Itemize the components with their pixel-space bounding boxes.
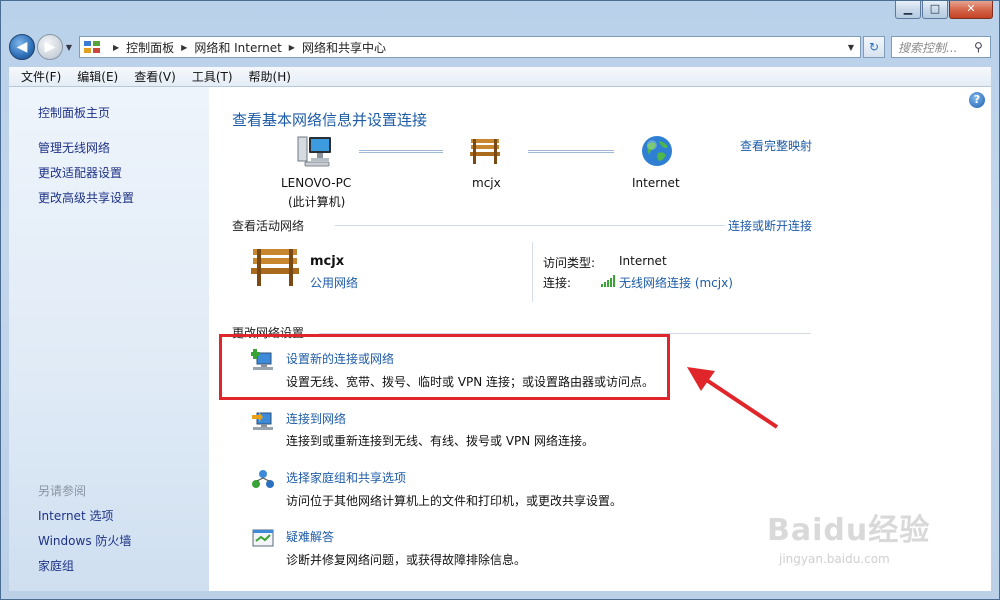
search-box[interactable]: 搜索控制... ⚲ (891, 36, 991, 58)
task-troubleshoot-link[interactable]: 疑难解答 (286, 528, 334, 545)
sidebar-item-internet-options[interactable]: Internet 选项 (38, 507, 113, 524)
sidebar: 控制面板主页 管理无线网络 更改适配器设置 更改高级共享设置 另请参阅 Inte… (9, 87, 209, 591)
task-connect-network-description: 连接到或重新连接到无线、有线、拨号或 VPN 网络连接。 (286, 434, 595, 448)
task-new-connection-description: 设置无线、宽带、拨号、临时或 VPN 连接；或设置路由器或访问点。 (286, 375, 655, 389)
breadcrumb-separator[interactable]: ▶ (289, 43, 295, 52)
breadcrumb-network-sharing-center[interactable]: 网络和共享中心 (302, 39, 386, 56)
sidebar-item-manage-wireless[interactable]: 管理无线网络 (38, 139, 110, 156)
baidu-watermark-url: jingyan.baidu.com (779, 552, 890, 566)
breadcrumb-control-panel[interactable]: 控制面板 (126, 39, 174, 56)
refresh-button[interactable]: ↻ (863, 36, 885, 58)
section-divider (335, 225, 725, 226)
task-homegroup-description: 访问位于其他网络计算机上的文件和打印机，或更改共享设置。 (286, 494, 623, 508)
vertical-divider (532, 242, 533, 302)
breadcrumb-separator[interactable]: ▶ (181, 43, 187, 52)
search-icon[interactable]: ⚲ (974, 40, 990, 54)
homegroup-icon (252, 470, 274, 488)
new-connection-icon (251, 349, 273, 370)
task-homegroup-link[interactable]: 选择家庭组和共享选项 (286, 469, 406, 486)
menu-bar: 文件(F) 编辑(E) 查看(V) 工具(T) 帮助(H) (9, 67, 991, 87)
maximize-button[interactable]: □ (922, 1, 948, 19)
full-map-link[interactable]: 查看完整映射 (740, 137, 812, 154)
back-button[interactable]: ◀ (9, 34, 35, 60)
minimize-button[interactable]: ▁ (895, 1, 921, 19)
connection-line (359, 150, 443, 153)
menu-file[interactable]: 文件(F) (13, 68, 69, 85)
annotation-highlight-box (219, 334, 670, 400)
computer-subtitle: (此计算机) (288, 195, 346, 209)
recent-pages-dropdown[interactable]: ▼ (63, 43, 75, 52)
help-icon[interactable]: ? (969, 92, 985, 108)
troubleshoot-icon (252, 529, 274, 547)
close-button[interactable]: ✕ (949, 1, 993, 19)
navigation-bar: ◀ ▶ ▼ ▶ 控制面板 ▶ 网络和 Internet ▶ 网络和共享中心 ▼ … (9, 31, 991, 63)
connection-line (528, 150, 614, 153)
breadcrumb-separator[interactable]: ▶ (113, 43, 119, 52)
task-troubleshoot-description: 诊断并修复网络问题，或获得故障排除信息。 (286, 553, 527, 567)
menu-help[interactable]: 帮助(H) (241, 68, 299, 85)
task-connect-network-link[interactable]: 连接到网络 (286, 410, 346, 427)
active-network-name: mcjx (310, 254, 345, 269)
address-bar[interactable]: ▶ 控制面板 ▶ 网络和 Internet ▶ 网络和共享中心 ▼ (79, 36, 861, 58)
sidebar-item-homegroup[interactable]: 家庭组 (38, 557, 74, 574)
control-panel-icon (84, 40, 100, 54)
breadcrumb-network-internet[interactable]: 网络和 Internet (194, 39, 281, 56)
content-area: 控制面板主页 管理无线网络 更改适配器设置 更改高级共享设置 另请参阅 Inte… (9, 87, 991, 591)
see-also-heading: 另请参阅 (38, 484, 87, 498)
bench-icon (470, 139, 500, 164)
search-input[interactable]: 搜索控制... (898, 39, 974, 56)
network-type-link[interactable]: 公用网络 (310, 274, 358, 291)
connect-to-network-icon (252, 412, 273, 430)
connect-disconnect-link[interactable]: 连接或断开连接 (728, 217, 812, 234)
computer-icon (297, 136, 331, 167)
network-name: mcjx (472, 176, 501, 190)
wireless-signal-icon (601, 275, 615, 287)
title-bar-controls: ▁ □ ✕ (895, 1, 993, 19)
forward-button[interactable]: ▶ (37, 34, 63, 60)
globe-icon (642, 136, 672, 166)
wireless-connection-link[interactable]: 无线网络连接 (mcjx) (619, 274, 733, 291)
menu-tools[interactable]: 工具(T) (184, 68, 241, 85)
menu-view[interactable]: 查看(V) (126, 68, 184, 85)
sidebar-item-adapter-settings[interactable]: 更改适配器设置 (38, 164, 122, 181)
menu-edit[interactable]: 编辑(E) (69, 68, 126, 85)
access-type-label: 访问类型: (543, 256, 596, 270)
public-network-bench-icon (251, 249, 299, 286)
access-type-value: Internet (619, 254, 667, 268)
annotation-arrow-icon (687, 367, 779, 429)
address-dropdown-icon[interactable]: ▼ (842, 43, 860, 52)
sidebar-item-advanced-sharing[interactable]: 更改高级共享设置 (38, 189, 134, 206)
page-title: 查看基本网络信息并设置连接 (232, 111, 428, 129)
sidebar-item-control-panel-home[interactable]: 控制面板主页 (38, 104, 110, 121)
internet-label: Internet (632, 176, 680, 190)
computer-name: LENOVO-PC (281, 176, 352, 190)
sidebar-item-windows-firewall[interactable]: Windows 防火墙 (38, 532, 131, 549)
main-panel: ? 查看基本网络信息并设置连接 查看完整映射 LENOVO-PC (此计算机) (209, 87, 991, 591)
active-networks-heading: 查看活动网络 (232, 219, 305, 233)
task-new-connection-link[interactable]: 设置新的连接或网络 (286, 350, 394, 367)
network-sharing-center-window: ▁ □ ✕ ◀ ▶ ▼ ▶ 控制面板 ▶ 网络和 Internet ▶ 网络和共… (0, 0, 1000, 600)
connections-label: 连接: (543, 276, 572, 290)
baidu-watermark-logo: Baidu经验 (767, 513, 931, 548)
